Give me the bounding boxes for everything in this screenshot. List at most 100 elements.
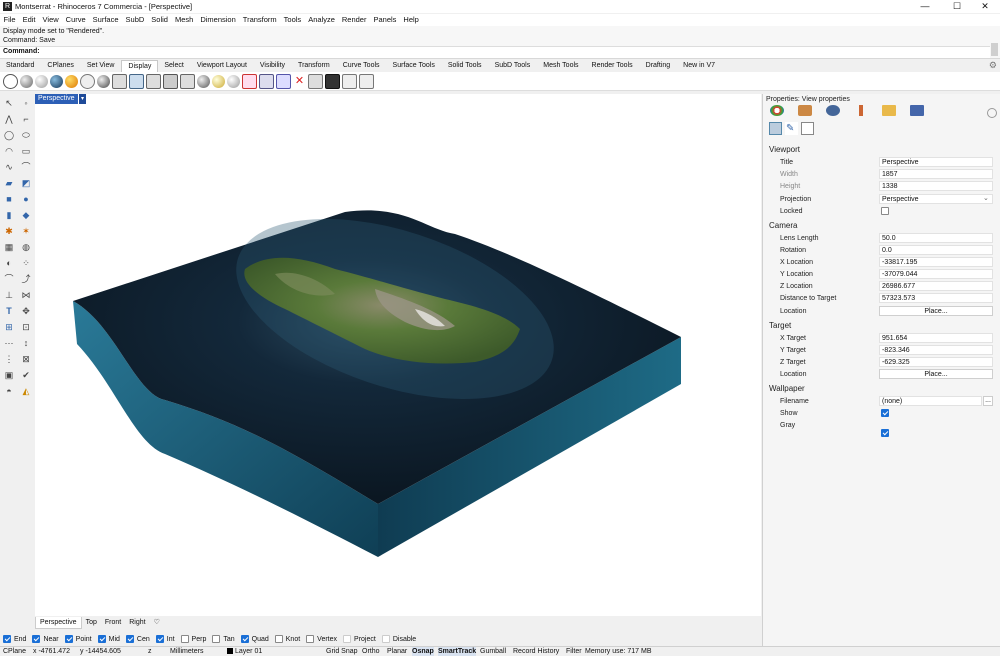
tab-render-tools[interactable]: Render Tools <box>586 60 640 72</box>
locked-checkbox[interactable] <box>881 207 889 215</box>
cube-icon[interactable] <box>342 73 357 89</box>
osnap-cen-checkbox[interactable] <box>125 635 134 643</box>
artistic-sphere-icon[interactable] <box>65 74 78 88</box>
osnap-int[interactable]: Int <box>155 635 175 643</box>
surface-icon[interactable]: ▰ <box>2 176 16 190</box>
explode-icon[interactable]: ✶ <box>19 224 33 238</box>
menu-mesh[interactable]: Mesh <box>171 14 196 26</box>
menu-curve[interactable]: Curve <box>62 14 89 26</box>
osnap-tan-checkbox[interactable] <box>212 635 221 643</box>
named-views-icon[interactable] <box>276 73 291 89</box>
cylinder-icon[interactable]: ▮ <box>2 208 16 222</box>
menu-render[interactable]: Render <box>338 14 370 26</box>
trim-icon[interactable]: ⋈ <box>19 288 33 302</box>
menu-surface[interactable]: Surface <box>89 14 122 26</box>
box-outline-icon[interactable] <box>359 73 374 89</box>
menu-tools[interactable]: Tools <box>280 14 305 26</box>
osnap-project-checkbox[interactable] <box>343 635 352 643</box>
minimize-button[interactable]: — <box>910 0 940 13</box>
tab-mesh-tools[interactable]: Mesh Tools <box>537 60 585 72</box>
image-icon[interactable] <box>910 105 924 116</box>
box-icon[interactable]: ■ <box>2 192 16 206</box>
scale-icon[interactable]: ↕ <box>19 336 33 350</box>
select-arrow-icon[interactable]: ↖ <box>2 96 16 110</box>
camera-place-button[interactable]: Place... <box>879 306 993 316</box>
tab-cplanes[interactable]: CPlanes <box>41 60 80 72</box>
x-target-field[interactable]: 951.654 <box>879 333 993 343</box>
shaded-sphere-icon[interactable] <box>20 74 33 88</box>
osnap-perp[interactable]: Perp <box>180 635 206 643</box>
join-icon[interactable]: ⤴ <box>19 272 33 286</box>
osnap-end[interactable]: End <box>3 635 26 643</box>
block-icon[interactable]: ⊞ <box>2 320 16 334</box>
clipping-plane-icon[interactable] <box>259 73 274 89</box>
point-icon[interactable]: ◦ <box>19 96 33 110</box>
show-checkbox[interactable] <box>881 409 889 417</box>
line-icon[interactable]: ⌐ <box>19 112 33 126</box>
tab-display[interactable]: Display <box>121 60 159 72</box>
osnap-vertex-checkbox[interactable] <box>306 635 315 643</box>
command-scrollbar[interactable] <box>991 43 998 56</box>
osnap-disable[interactable]: Disable <box>381 635 416 643</box>
osnap-knot-checkbox[interactable] <box>274 635 283 643</box>
perspective-viewport[interactable]: Perspective ▾ <box>35 94 761 616</box>
boolean-icon[interactable]: ✱ <box>2 224 16 238</box>
sphere-icon[interactable]: ● <box>19 192 33 206</box>
text-icon[interactable]: T <box>2 304 16 318</box>
clipboard-icon[interactable]: ▣ <box>2 368 16 382</box>
viewport-title[interactable]: Perspective <box>35 94 78 104</box>
maximize-button[interactable]: ☐ <box>942 0 972 13</box>
z-location-field[interactable]: 26986.677 <box>879 281 993 291</box>
grid-icon[interactable]: ⋮ <box>2 352 16 366</box>
tab-standard[interactable]: Standard <box>0 60 41 72</box>
osnap-int-checkbox[interactable] <box>155 635 164 643</box>
object-properties-icon[interactable] <box>770 105 784 116</box>
osnap-end-checkbox[interactable] <box>3 635 11 643</box>
ground-plane-icon[interactable] <box>227 74 240 88</box>
menu-analyze[interactable]: Analyze <box>305 14 339 26</box>
mesh-sphere-icon[interactable]: ◍ <box>19 240 33 254</box>
menu-dimension[interactable]: Dimension <box>197 14 239 26</box>
arc-icon[interactable]: ◠ <box>2 144 16 158</box>
monitor-icon[interactable] <box>325 73 340 89</box>
osnap-mid[interactable]: Mid <box>97 635 120 643</box>
tab-solid-tools[interactable]: Solid Tools <box>442 60 489 72</box>
menu-subd[interactable]: SubD <box>122 14 148 26</box>
x-location-field[interactable]: -33817.195 <box>879 257 993 267</box>
osnap-quad-checkbox[interactable] <box>240 635 249 643</box>
polyline-icon[interactable]: ⋀ <box>2 112 16 126</box>
named-view-icon[interactable]: ✎ <box>785 122 798 135</box>
wireframe-sphere-icon[interactable] <box>3 73 18 89</box>
wallpaper-icon[interactable] <box>801 122 814 135</box>
gray-checkbox[interactable] <box>881 429 889 437</box>
viewport-menu-dropdown[interactable]: ▾ <box>79 94 86 104</box>
layers-icon[interactable] <box>798 105 812 116</box>
tab-drafting[interactable]: Drafting <box>640 60 678 72</box>
mesh-icon[interactable]: ▦ <box>2 240 16 254</box>
split-icon[interactable]: ⊥ <box>2 288 16 302</box>
projection-select[interactable]: Perspective <box>879 194 993 204</box>
chevron-down-icon[interactable]: ⌄ <box>983 194 989 202</box>
xray-sphere-icon[interactable] <box>80 73 95 89</box>
gear-icon[interactable]: ⚙ <box>989 60 997 71</box>
command-line-input[interactable]: Command: <box>0 46 990 58</box>
viewport-tab-front[interactable]: Front <box>101 617 125 629</box>
osnap-near[interactable]: Near <box>32 635 59 643</box>
y-target-field[interactable]: -823.346 <box>879 345 993 355</box>
fillet-icon[interactable]: ⌒ <box>2 272 16 286</box>
menu-file[interactable]: File <box>0 14 19 26</box>
monochrome-icon[interactable] <box>129 73 144 89</box>
rotation-field[interactable]: 0.0 <box>879 245 993 255</box>
transform-icon[interactable]: ✥ <box>19 304 33 318</box>
display-options-icon[interactable] <box>197 74 210 88</box>
browse-button[interactable]: ... <box>983 396 993 406</box>
freeform-curve-icon[interactable]: ⌒ <box>19 160 33 174</box>
technical-sphere-icon[interactable] <box>97 74 110 88</box>
title-field[interactable]: Perspective <box>879 157 993 167</box>
dimension-icon[interactable]: ⋯ <box>2 336 16 350</box>
menu-transform[interactable]: Transform <box>239 14 280 26</box>
osnap-project[interactable]: Project <box>343 635 376 643</box>
osnap-near-checkbox[interactable] <box>32 635 41 643</box>
layout-icon[interactable]: ⊠ <box>19 352 33 366</box>
disable-display-icon[interactable]: ✕ <box>293 74 306 88</box>
